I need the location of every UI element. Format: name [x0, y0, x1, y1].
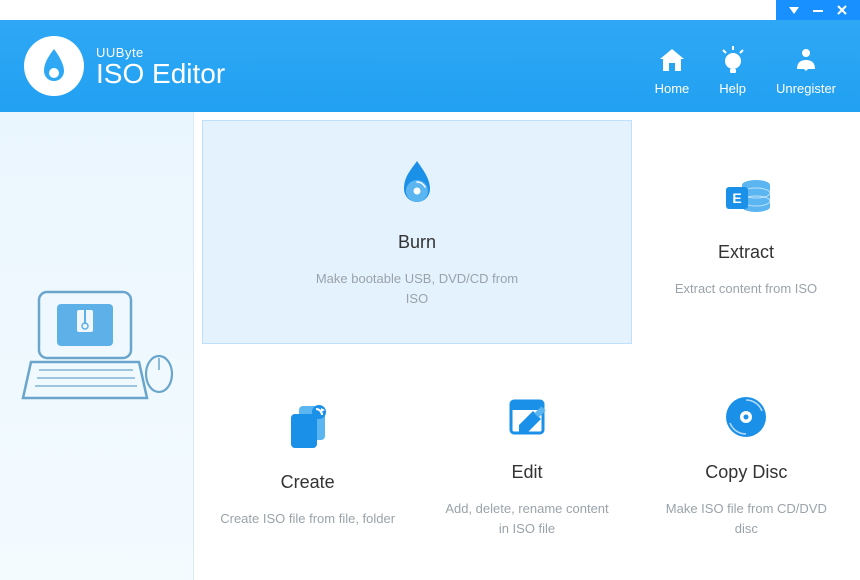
app-name: ISO Editor [96, 60, 225, 88]
header-nav: Home Help Unregi [655, 37, 836, 96]
minimize-button[interactable] [806, 0, 830, 20]
nav-home[interactable]: Home [655, 37, 690, 96]
menu-icon [787, 4, 801, 16]
card-copydisc[interactable]: Copy Disc Make ISO file from CD/DVD disc [641, 352, 852, 572]
card-extract[interactable]: E Extract Extract content from ISO [640, 120, 852, 344]
laptop-illustration [17, 266, 177, 426]
svg-text:E: E [732, 190, 741, 206]
card-desc: Extract content from ISO [675, 279, 817, 299]
menu-button[interactable] [782, 0, 806, 20]
flame-icon [38, 47, 70, 85]
copy-disc-icon [721, 386, 771, 448]
close-icon [836, 4, 848, 16]
card-desc: Make ISO file from CD/DVD disc [659, 499, 834, 538]
card-burn[interactable]: Burn Make bootable USB, DVD/CD from ISO [202, 120, 632, 344]
titlebar [0, 0, 860, 20]
nav-help-label: Help [719, 81, 746, 96]
nav-unregister[interactable]: Unregister [776, 37, 836, 96]
card-desc: Create ISO file from file, folder [220, 509, 395, 529]
main-content: Burn Make bootable USB, DVD/CD from ISO … [194, 112, 860, 580]
app-body: Burn Make bootable USB, DVD/CD from ISO … [0, 112, 860, 580]
edit-icon [503, 386, 551, 448]
app-logo [24, 36, 84, 96]
extract-icon: E [720, 166, 772, 228]
sidebar-illustration-panel [0, 112, 194, 580]
card-create[interactable]: Create Create ISO file from file, folder [202, 352, 413, 572]
lightbulb-icon [720, 43, 746, 77]
home-icon [657, 43, 687, 77]
card-title: Extract [718, 242, 774, 263]
minimize-icon [811, 4, 825, 16]
create-doc-icon [283, 396, 333, 458]
close-button[interactable] [830, 0, 854, 20]
app-header: UUByte ISO Editor Home Help [0, 20, 860, 112]
card-title: Edit [511, 462, 542, 483]
nav-help[interactable]: Help [719, 37, 746, 96]
card-desc: Add, delete, rename content in ISO file [439, 499, 614, 538]
window-controls [776, 0, 860, 20]
nav-home-label: Home [655, 81, 690, 96]
card-title: Burn [398, 232, 436, 253]
card-desc: Make bootable USB, DVD/CD from ISO [312, 269, 522, 308]
card-title: Create [281, 472, 335, 493]
burn-disc-icon [392, 156, 442, 218]
card-title: Copy Disc [705, 462, 787, 483]
app-title-block: UUByte ISO Editor [96, 45, 225, 88]
nav-unregister-label: Unregister [776, 81, 836, 96]
person-down-icon [791, 43, 821, 77]
card-edit[interactable]: Edit Add, delete, rename content in ISO … [421, 352, 632, 572]
